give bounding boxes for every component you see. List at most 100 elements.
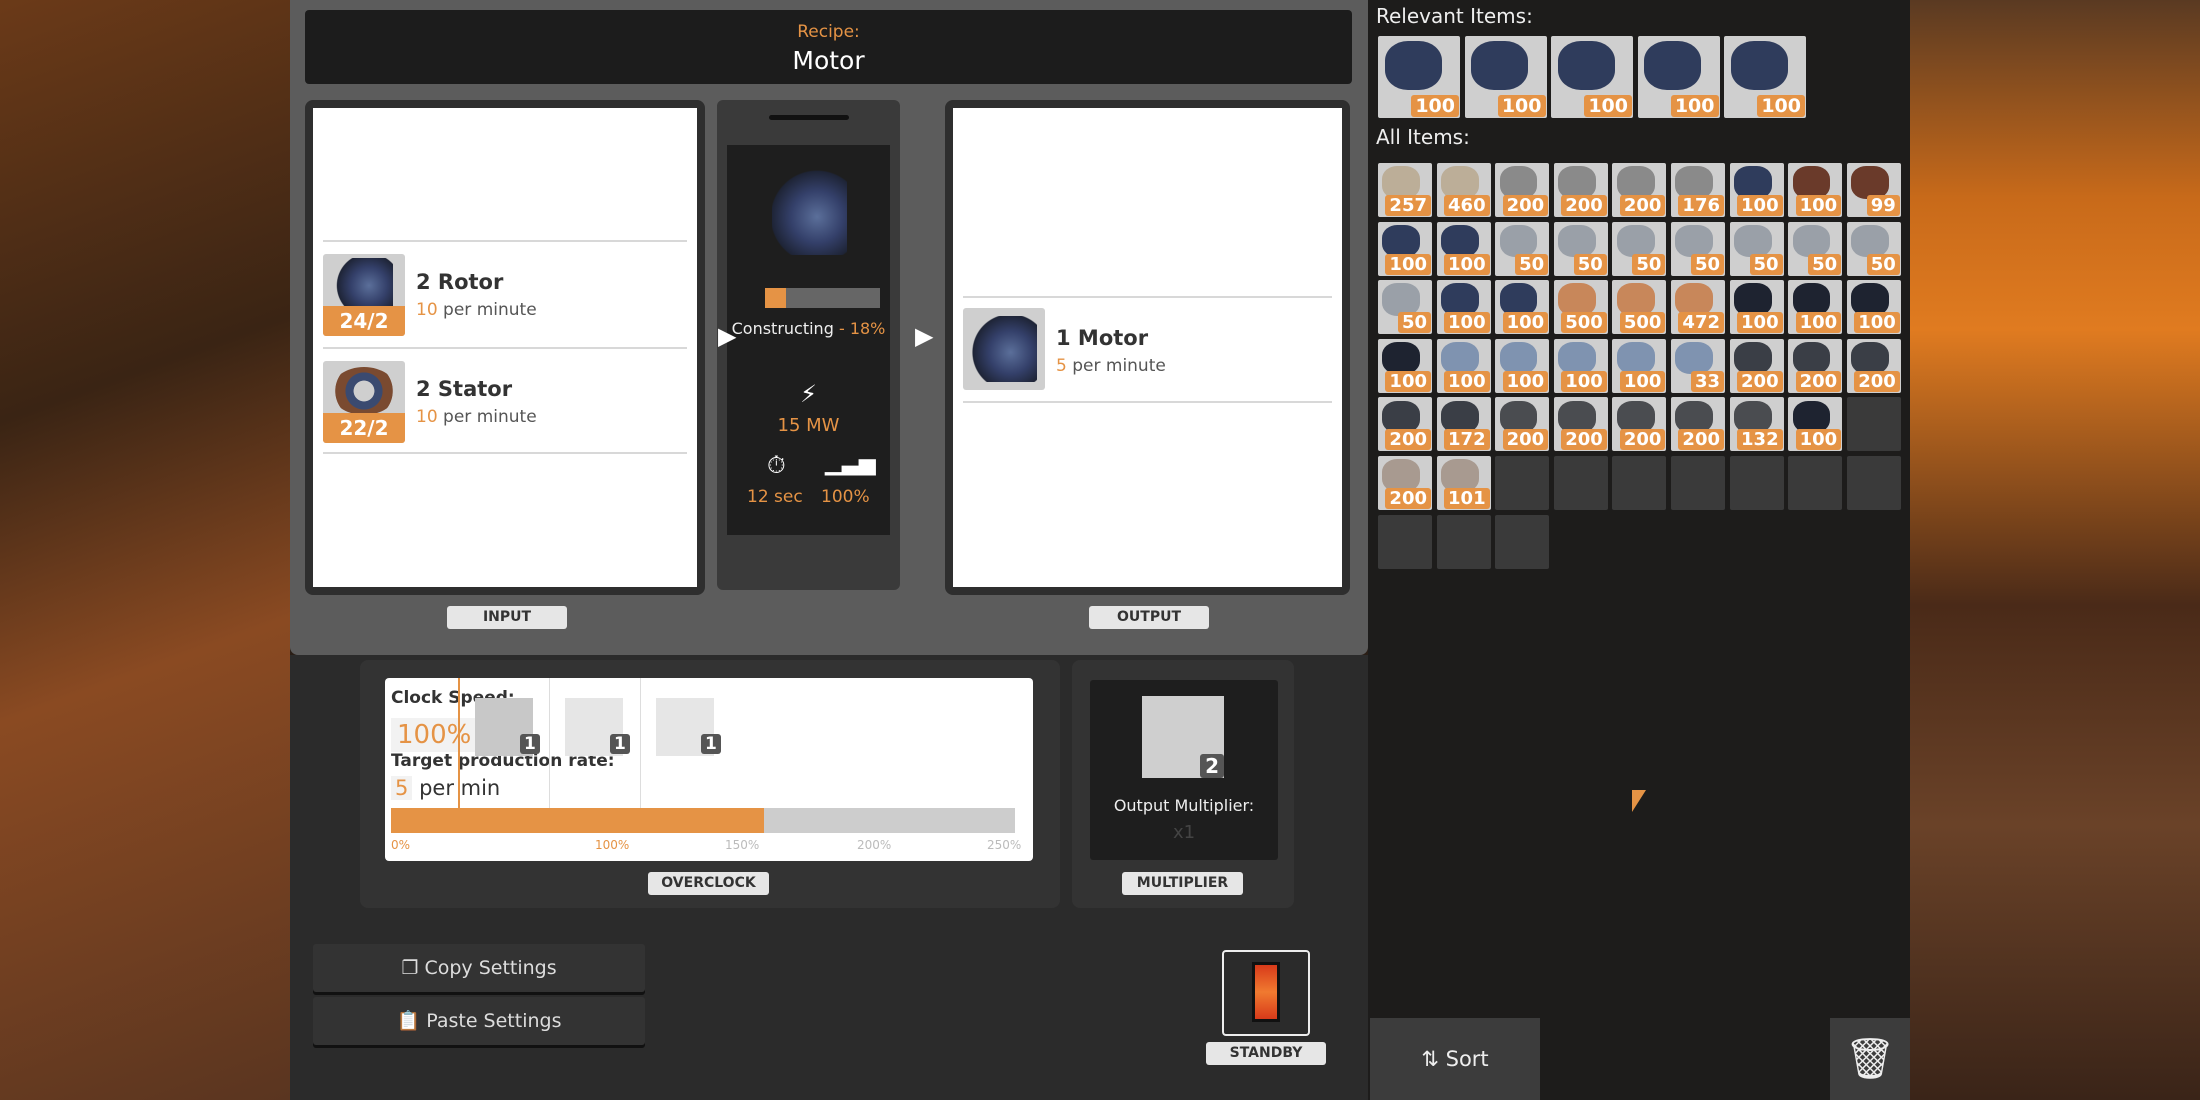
inventory-slot[interactable]: 100 xyxy=(1637,36,1720,118)
power-shard-slot[interactable]: 1 xyxy=(458,678,549,808)
arrow-right-icon: ▶ xyxy=(718,322,737,350)
empty-slot[interactable] xyxy=(1846,397,1901,452)
item-icon xyxy=(1675,224,1714,258)
inventory-slot[interactable]: 100 xyxy=(1436,280,1491,335)
output-item-motor[interactable]: 1 Motor 5 per minute xyxy=(963,296,1332,403)
tick-label: 200% xyxy=(857,838,892,852)
inventory-slot[interactable]: 50 xyxy=(1729,221,1784,276)
sort-button[interactable]: ⇅ Sort xyxy=(1370,1018,1540,1100)
item-count: 176 xyxy=(1678,195,1724,216)
inventory-slot[interactable]: 100 xyxy=(1729,163,1784,217)
item-count: 100 xyxy=(1795,429,1842,451)
inventory-slot[interactable]: 50 xyxy=(1553,221,1608,276)
inventory-slot[interactable]: 200 xyxy=(1378,397,1432,452)
inventory-slot[interactable]: 100 xyxy=(1551,36,1633,118)
inventory-slot[interactable]: 200 xyxy=(1846,338,1901,393)
inventory-slot[interactable]: 460 xyxy=(1436,163,1491,217)
inventory-slot[interactable]: 200 xyxy=(1495,397,1550,452)
empty-slot[interactable] xyxy=(1495,456,1550,510)
inventory-slot[interactable]: 100 xyxy=(1378,338,1432,393)
inventory-slot[interactable]: 100 xyxy=(1495,280,1550,335)
inventory-slot[interactable]: 200 xyxy=(1553,163,1608,217)
inventory-slot[interactable]: 100 xyxy=(1788,163,1843,217)
inventory-slot[interactable]: 100 xyxy=(1729,280,1784,335)
inventory-slot[interactable]: 472 xyxy=(1671,280,1725,335)
item-icon xyxy=(1499,400,1538,434)
clock-slider[interactable] xyxy=(391,808,1015,833)
item-name: 1 Motor xyxy=(1056,326,1149,350)
inventory-slot[interactable]: 100 xyxy=(1553,338,1608,393)
recipe-header[interactable]: Recipe: Motor xyxy=(305,10,1352,84)
shard-count: 1 xyxy=(520,734,540,754)
inventory-slot[interactable]: 132 xyxy=(1729,397,1784,452)
inventory-slot[interactable]: 100 xyxy=(1436,338,1491,393)
inventory-slot[interactable]: 200 xyxy=(1378,456,1432,510)
inventory-slot[interactable]: 200 xyxy=(1612,397,1667,452)
inventory-slot[interactable]: 100 xyxy=(1724,36,1806,118)
trash-icon: 🗑 xyxy=(1844,1036,1896,1082)
input-item-stator[interactable]: 22/2 2 Stator 10 per minute xyxy=(323,347,687,454)
inventory-slot[interactable]: 50 xyxy=(1671,221,1725,276)
inventory-slot[interactable]: 200 xyxy=(1729,338,1784,393)
item-count: 100 xyxy=(1795,312,1842,334)
item-icon xyxy=(1675,400,1714,434)
inventory-slot[interactable]: 200 xyxy=(1495,163,1550,217)
power-shard-slot[interactable]: 1 xyxy=(640,678,731,808)
inventory-slot[interactable]: 100 xyxy=(1788,397,1843,452)
inventory-slot[interactable]: 257 xyxy=(1378,163,1432,217)
empty-slot[interactable] xyxy=(1495,514,1550,569)
inventory-slot[interactable]: 172 xyxy=(1436,397,1491,452)
output-label: OUTPUT xyxy=(1089,606,1209,629)
item-icon xyxy=(1499,283,1538,316)
inventory-slot[interactable]: 100 xyxy=(1846,280,1901,335)
standby-switch[interactable] xyxy=(1222,950,1310,1036)
inventory-slot[interactable]: 50 xyxy=(1495,221,1550,276)
inventory-slot[interactable]: 99 xyxy=(1846,163,1901,217)
inventory-slot[interactable]: 500 xyxy=(1612,280,1667,335)
input-item-rotor[interactable]: 24/2 2 Rotor 10 per minute xyxy=(323,240,687,347)
empty-slot[interactable] xyxy=(1553,456,1608,510)
inventory-slot[interactable]: 200 xyxy=(1612,163,1667,217)
inventory-slot[interactable]: 50 xyxy=(1846,221,1901,276)
item-icon xyxy=(1499,166,1538,199)
item-icon xyxy=(1851,166,1889,199)
empty-slot[interactable] xyxy=(1729,456,1784,510)
item-count: 200 xyxy=(1854,370,1900,392)
inventory-slot[interactable]: 33 xyxy=(1671,338,1725,393)
game-background-right xyxy=(1910,0,2200,1100)
inventory-slot[interactable]: 50 xyxy=(1378,280,1432,335)
empty-slot[interactable] xyxy=(1846,456,1901,510)
item-icon xyxy=(1440,459,1479,492)
inventory-slot[interactable]: 50 xyxy=(1612,221,1667,276)
empty-slot[interactable] xyxy=(1378,514,1432,569)
empty-slot[interactable] xyxy=(1671,456,1725,510)
inventory-slot[interactable]: 100 xyxy=(1436,221,1491,276)
item-count: 100 xyxy=(1584,95,1632,117)
inventory-slot[interactable]: 101 xyxy=(1436,456,1491,510)
inventory-slot[interactable]: 200 xyxy=(1553,397,1608,452)
trash-button[interactable]: 🗑 xyxy=(1830,1018,1910,1100)
inventory-slot[interactable]: 100 xyxy=(1495,338,1550,393)
inventory-slot[interactable]: 200 xyxy=(1788,338,1843,393)
item-name: 2 Rotor xyxy=(416,270,504,294)
copy-settings-button[interactable]: ❐ Copy Settings xyxy=(313,944,645,992)
inventory-slot[interactable]: 500 xyxy=(1553,280,1608,335)
empty-slot[interactable] xyxy=(1436,514,1491,569)
item-icon xyxy=(1382,342,1421,375)
inventory-slot[interactable]: 100 xyxy=(1612,338,1667,393)
inventory-slot[interactable]: 100 xyxy=(1378,36,1460,118)
empty-slot[interactable] xyxy=(1788,456,1843,510)
inventory-slot[interactable]: 100 xyxy=(1464,36,1547,118)
inventory-slot[interactable]: 200 xyxy=(1671,397,1725,452)
item-rate: 10 per minute xyxy=(416,407,537,427)
inventory-slot[interactable]: 50 xyxy=(1788,221,1843,276)
paste-settings-button[interactable]: 📋 Paste Settings xyxy=(313,997,645,1045)
item-count: 50 xyxy=(1808,253,1842,275)
inventory-slot[interactable]: 100 xyxy=(1378,221,1432,276)
empty-slot[interactable] xyxy=(1612,456,1667,510)
inventory-slot[interactable]: 100 xyxy=(1788,280,1843,335)
inventory-slot[interactable]: 176 xyxy=(1671,163,1725,217)
multiplier-slot[interactable]: 2 xyxy=(1142,696,1224,778)
recipe-name: Motor xyxy=(792,46,865,75)
power-shard-slot[interactable]: 1 xyxy=(549,678,640,808)
